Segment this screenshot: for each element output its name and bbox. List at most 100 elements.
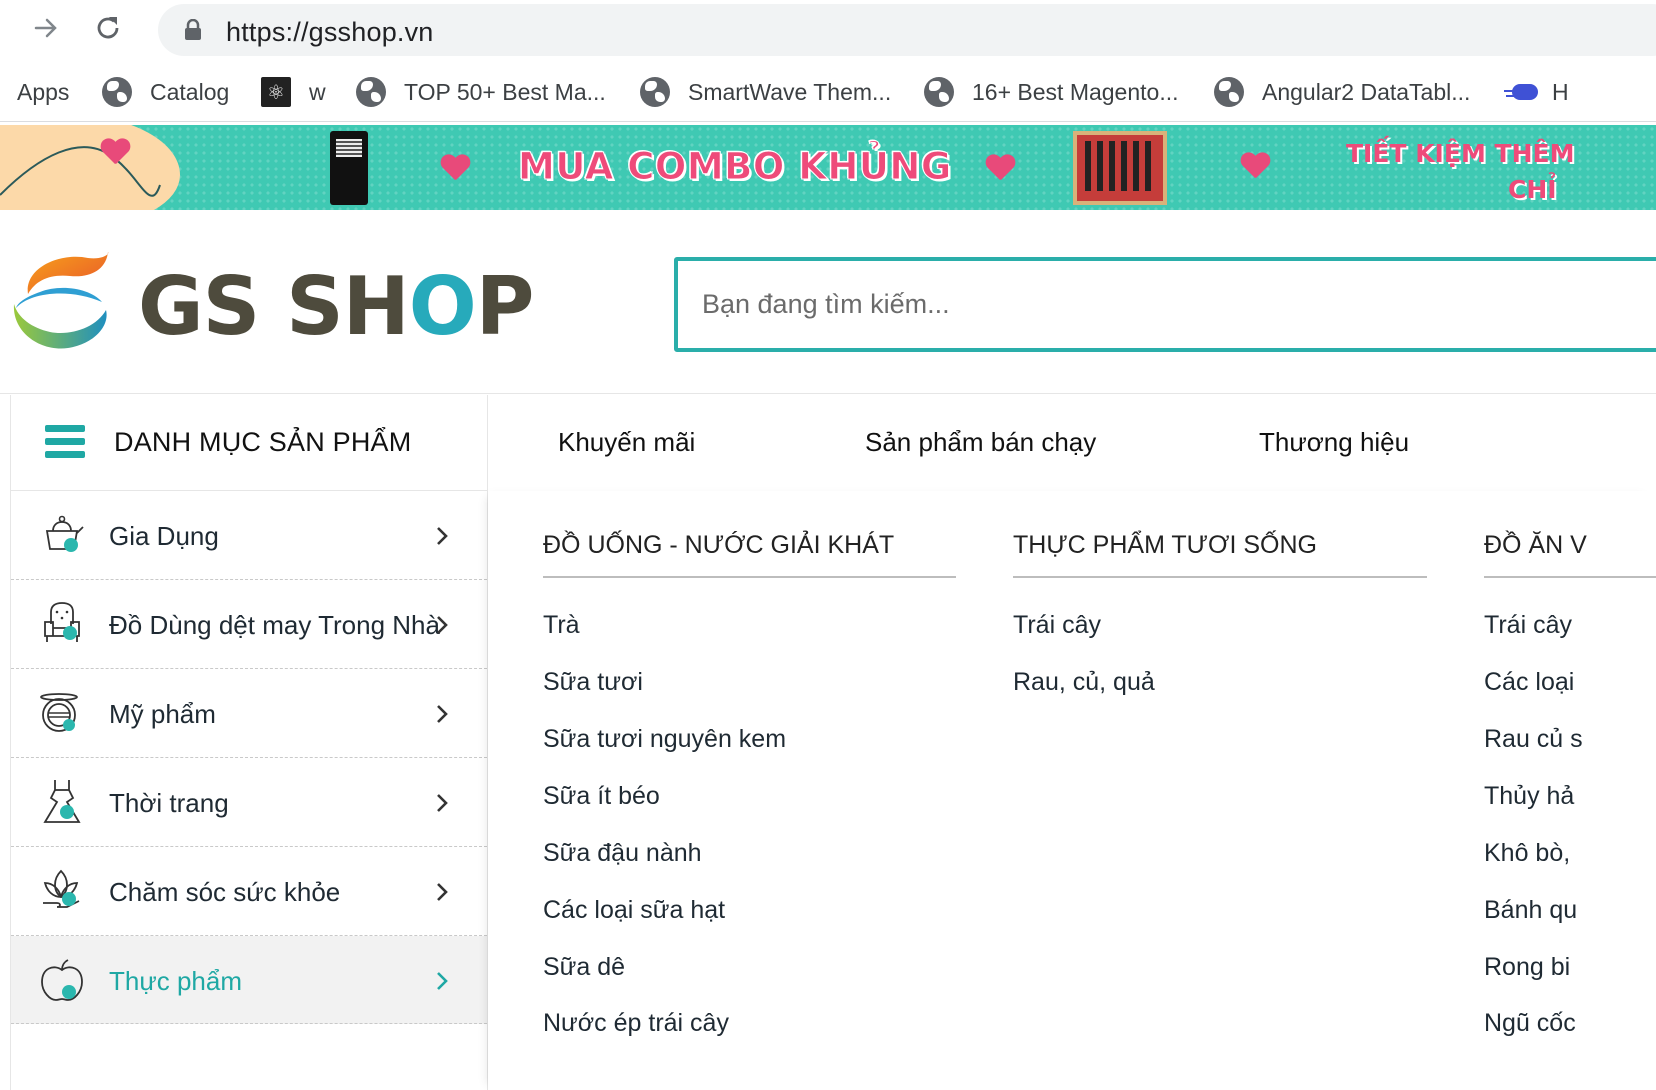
mega-link[interactable]: Sữa dê	[543, 953, 625, 982]
category-label: Gia Dụng	[109, 521, 219, 551]
browser-toolbar: https://gsshop.vn	[0, 0, 1656, 58]
lock-icon[interactable]	[184, 18, 202, 46]
globe-icon	[356, 77, 386, 107]
bookmark-catalog[interactable]: Catalog	[102, 76, 229, 108]
mega-link[interactable]: Rau, củ, quả	[1013, 668, 1155, 697]
mega-link[interactable]: Trà	[543, 611, 580, 640]
bookmark-label: H	[1552, 78, 1569, 105]
bookmark-label: SmartWave Them...	[688, 78, 892, 105]
forward-arrow-icon[interactable]	[28, 10, 64, 46]
heart-icon	[440, 155, 470, 182]
mega-column-title[interactable]: ĐỒ UỐNG - NƯỚC GIẢI KHÁT	[543, 531, 956, 578]
leaf-hand-icon	[43, 869, 80, 908]
chevron-right-icon	[437, 883, 448, 901]
logo-swirl-icon	[13, 252, 109, 349]
mega-link[interactable]: Khô bò,	[1484, 839, 1570, 868]
banner-title: MUA COMBO KHỦNG	[518, 145, 952, 189]
banner-subtitle: CHỈ	[1508, 175, 1557, 204]
globe-icon	[640, 77, 670, 107]
cloud-icon	[1504, 82, 1538, 102]
compact-powder-icon	[40, 693, 78, 732]
mega-link[interactable]: Trái cây	[1013, 611, 1101, 640]
mega-link[interactable]: Các loại	[1484, 668, 1574, 697]
apple-icon	[41, 959, 83, 1001]
bookmark-apps[interactable]: Apps	[17, 76, 69, 108]
category-sidebar: Gia Dụng Đồ Dùng dệt may Trong Nhà Mỹ ph…	[10, 491, 488, 1090]
mega-link[interactable]: Thủy hả	[1484, 782, 1574, 811]
mega-column-title[interactable]: THỰC PHẨM TƯƠI SỐNG	[1013, 531, 1427, 578]
banner-subtitle: TIẾT KIỆM THÊM	[1346, 139, 1575, 168]
category-menu-toggle[interactable]: DANH MỤC SẢN PHẨM	[10, 395, 488, 491]
mega-link[interactable]: Rau củ s	[1484, 725, 1583, 754]
dress-icon	[43, 780, 81, 823]
category-label: Đồ Dùng dệt may Trong Nhà	[109, 610, 440, 640]
url-text[interactable]: https://gsshop.vn	[226, 17, 434, 48]
reload-icon[interactable]	[90, 10, 126, 46]
chevron-right-icon	[437, 527, 448, 545]
heart-icon	[100, 139, 130, 166]
mega-link[interactable]: Các loại sữa hạt	[543, 896, 725, 925]
promo-banner[interactable]: MUA COMBO KHỦNG TIẾT KIỆM THÊM CHỈ	[0, 125, 1656, 210]
bookmark-label: 16+ Best Magento...	[972, 78, 1179, 105]
globe-icon	[924, 77, 954, 107]
gs-shop-logo[interactable]: GS SHOP	[10, 246, 534, 356]
mega-link[interactable]: Sữa đậu nành	[543, 839, 702, 868]
mega-column-title[interactable]: ĐỒ ĂN V	[1484, 531, 1656, 578]
kettle-icon	[45, 515, 84, 552]
mega-link[interactable]: Trái cây	[1484, 611, 1572, 640]
category-label: Mỹ phẩm	[109, 699, 216, 729]
chevron-right-icon	[437, 705, 448, 723]
category-item-fashion[interactable]: Thời trang	[11, 758, 487, 847]
bookmark-angular[interactable]: Angular2 DataTabl...	[1214, 76, 1470, 108]
bookmark-label: Angular2 DataTabl...	[1262, 78, 1471, 105]
logo-wordmark: GS SHOP	[138, 260, 535, 353]
bookmark-top50[interactable]: TOP 50+ Best Ma...	[356, 76, 606, 108]
globe-icon	[1214, 77, 1244, 107]
category-item-health[interactable]: Chăm sóc sức khỏe	[11, 847, 487, 936]
logo-text-o: O	[408, 260, 477, 353]
logo-text-part: P	[475, 260, 535, 353]
product-fan-image	[330, 131, 368, 205]
banner-curve-decoration	[0, 146, 161, 197]
mega-menu-panel: ĐỒ UỐNG - NƯỚC GIẢI KHÁT Trà Sữa tươi Sữ…	[488, 491, 1656, 1090]
bookmark-h[interactable]: H	[1504, 76, 1569, 108]
bookmark-w[interactable]: ⚛ w	[261, 76, 326, 108]
address-bar[interactable]: https://gsshop.vn	[158, 4, 1656, 56]
bookmark-label: Apps	[17, 78, 70, 105]
heart-icon	[985, 155, 1015, 182]
search-input[interactable]	[678, 261, 1656, 348]
mega-link[interactable]: Nước ép trái cây	[543, 1009, 729, 1038]
category-label: Chăm sóc sức khỏe	[109, 877, 341, 907]
bookmark-smartwave[interactable]: SmartWave Them...	[640, 76, 891, 108]
bookmark-label: TOP 50+ Best Ma...	[404, 78, 606, 105]
globe-icon	[102, 77, 132, 107]
chevron-right-icon	[437, 972, 448, 990]
category-label: Thời trang	[109, 788, 229, 818]
armchair-icon	[44, 602, 80, 642]
heart-icon	[1240, 153, 1270, 180]
react-icon: ⚛	[261, 77, 291, 107]
mega-link[interactable]: Ngũ cốc	[1484, 1009, 1576, 1038]
category-label: Thực phẩm	[109, 966, 243, 996]
nav-link-bestsellers[interactable]: Sản phẩm bán chạy	[865, 427, 1096, 458]
mega-link[interactable]: Bánh qu	[1484, 896, 1577, 925]
bookmark-label: Catalog	[150, 78, 230, 105]
bookmarks-bar: Apps Catalog ⚛ w TOP 50+ Best Ma... Smar…	[0, 66, 1656, 122]
chevron-right-icon	[437, 794, 448, 812]
mega-link[interactable]: Sữa tươi nguyên kem	[543, 725, 786, 754]
hamburger-menu-icon	[45, 425, 85, 459]
nav-link-promotions[interactable]: Khuyến mãi	[558, 427, 695, 458]
product-kit-image	[1073, 131, 1167, 205]
bookmark-magento[interactable]: 16+ Best Magento...	[924, 76, 1179, 108]
mega-link[interactable]: Sữa tươi	[543, 668, 643, 697]
category-item-food[interactable]: Thực phẩm	[11, 936, 487, 1024]
mega-link[interactable]: Sữa ít béo	[543, 782, 660, 811]
category-item-cosmetics[interactable]: Mỹ phẩm	[11, 669, 487, 758]
category-item-textile[interactable]: Đồ Dùng dệt may Trong Nhà	[11, 580, 487, 669]
logo-text-part: GS SH	[138, 260, 410, 353]
mega-link[interactable]: Rong bi	[1484, 953, 1570, 982]
nav-link-brands[interactable]: Thương hiệu	[1259, 427, 1409, 458]
chevron-right-icon	[437, 616, 448, 634]
search-box[interactable]	[674, 257, 1656, 352]
category-item-gia-dung[interactable]: Gia Dụng	[11, 491, 487, 580]
